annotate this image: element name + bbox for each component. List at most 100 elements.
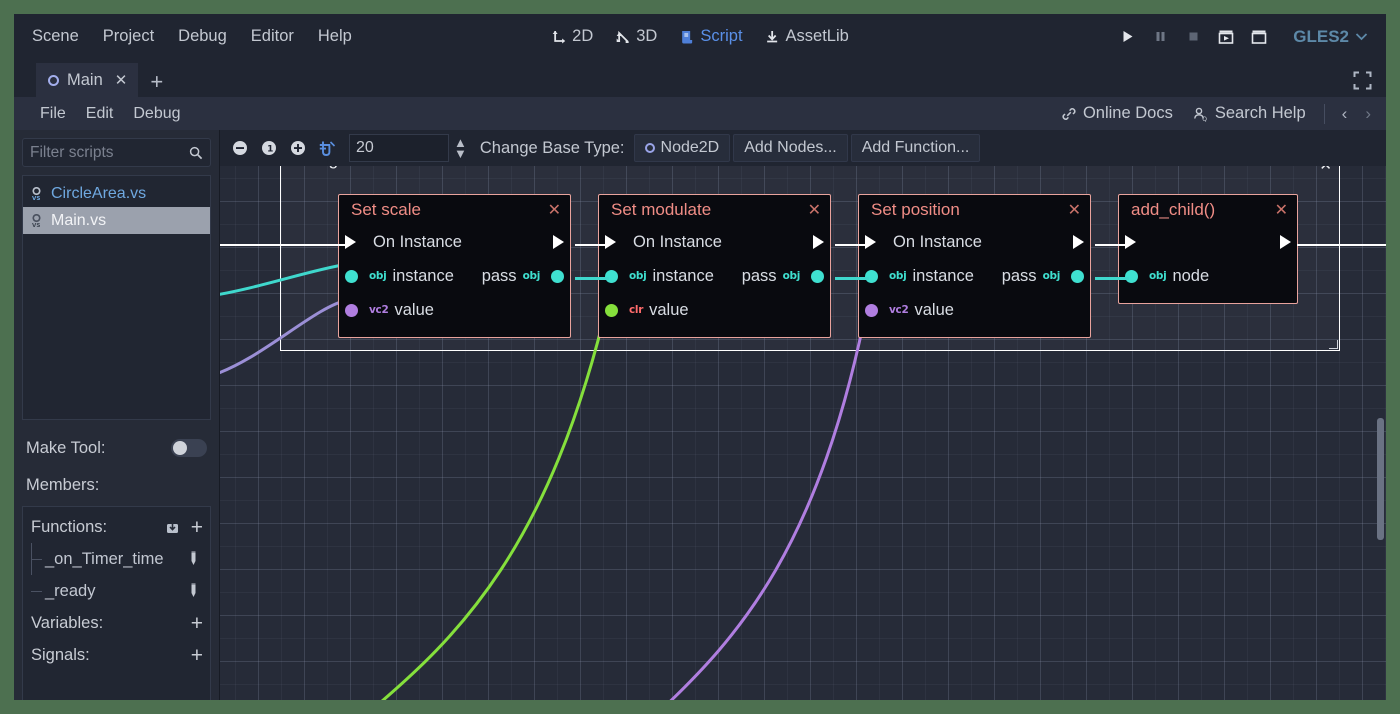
- node-close-icon[interactable]: ✕: [548, 200, 561, 219]
- node-title-bar[interactable]: add_child() ✕: [1119, 195, 1297, 225]
- play-custom-scene-button[interactable]: [1244, 22, 1274, 52]
- node-title: Set modulate: [611, 200, 711, 220]
- history-back-button[interactable]: ‹: [1335, 102, 1355, 126]
- script-menu-edit[interactable]: Edit: [76, 101, 124, 127]
- edit-pencil-icon[interactable]: [186, 551, 201, 567]
- add-variable-icon[interactable]: +: [191, 613, 203, 634]
- mode-button-script[interactable]: Script: [670, 22, 751, 51]
- script-list-item-main[interactable]: VS Main.vs: [23, 207, 210, 234]
- scene-tab-main[interactable]: Main ✕: [36, 63, 138, 97]
- output-port-pass[interactable]: [551, 270, 564, 283]
- snap-toggle-button[interactable]: [314, 135, 340, 161]
- close-icon[interactable]: ✕: [115, 71, 128, 89]
- override-function-icon[interactable]: [164, 519, 181, 536]
- sequence-out-port[interactable]: [813, 235, 824, 249]
- add-nodes-button[interactable]: Add Nodes...: [733, 134, 848, 162]
- members-section-functions[interactable]: Functions: +: [23, 511, 210, 543]
- graph-node-set-modulate[interactable]: Set modulate ✕ On Instance obj instance: [598, 194, 831, 338]
- sequence-in-port[interactable]: [1125, 235, 1136, 249]
- add-function-button[interactable]: Add Function...: [851, 134, 981, 162]
- port-label-pass: pass: [742, 267, 777, 286]
- menu-project[interactable]: Project: [92, 22, 165, 51]
- script-menu-debug[interactable]: Debug: [123, 101, 190, 127]
- mode-button-assetlib[interactable]: AssetLib: [756, 22, 858, 51]
- snap-value-input[interactable]: 20: [349, 134, 449, 162]
- mode-button-3d[interactable]: 3D: [606, 22, 666, 51]
- mode-button-2d[interactable]: 2D: [542, 22, 602, 51]
- graph-node-add-child[interactable]: add_child() ✕ obj node: [1118, 194, 1298, 304]
- sequence-out-port[interactable]: [553, 235, 564, 249]
- sequence-out-port[interactable]: [1073, 235, 1084, 249]
- make-tool-label: Make Tool:: [26, 439, 106, 458]
- zoom-in-button[interactable]: [285, 135, 311, 161]
- script-editor-menu-bar: File Edit Debug Online Docs Q Search Hel…: [14, 97, 1386, 130]
- node-close-icon[interactable]: ✕: [1275, 200, 1288, 219]
- input-port-instance[interactable]: [605, 270, 618, 283]
- members-function-item[interactable]: _ready: [23, 575, 210, 607]
- distraction-free-mode-icon[interactable]: [1353, 71, 1372, 90]
- play-scene-button[interactable]: [1211, 22, 1241, 52]
- node-close-icon[interactable]: ✕: [808, 200, 821, 219]
- input-port-node[interactable]: [1125, 270, 1138, 283]
- visualscript-file-icon: VS: [29, 213, 44, 228]
- input-port-instance[interactable]: [345, 270, 358, 283]
- members-section-signals[interactable]: Signals: +: [23, 639, 210, 671]
- output-port-pass[interactable]: [1071, 270, 1084, 283]
- scrollbar-thumb[interactable]: [1377, 418, 1384, 540]
- members-function-item[interactable]: _on_Timer_time: [23, 543, 210, 575]
- graph-canvas[interactable]: Configure the circle and add it ✕ Set sc…: [220, 166, 1386, 700]
- script-list[interactable]: VS CircleArea.vs VS Main.vs: [22, 175, 211, 420]
- renderer-dropdown[interactable]: GLES2: [1285, 23, 1376, 51]
- wire-sequence: [220, 244, 350, 246]
- input-port-value[interactable]: [345, 304, 358, 317]
- playback-controls: GLES2: [1112, 22, 1376, 52]
- functions-actions: +: [164, 517, 203, 538]
- add-function-icon[interactable]: +: [191, 517, 203, 538]
- add-signal-icon[interactable]: +: [191, 645, 203, 666]
- script-list-item-circlearea[interactable]: VS CircleArea.vs: [23, 180, 210, 207]
- script-menu-file[interactable]: File: [30, 101, 76, 127]
- menu-scene[interactable]: Scene: [21, 22, 90, 51]
- menu-debug[interactable]: Debug: [167, 22, 238, 51]
- members-section-variables[interactable]: Variables: +: [23, 607, 210, 639]
- input-port-instance[interactable]: [865, 270, 878, 283]
- node-close-icon[interactable]: ✕: [1068, 200, 1081, 219]
- stop-button[interactable]: [1178, 22, 1208, 52]
- sequence-in-port[interactable]: [865, 235, 876, 249]
- input-port-value[interactable]: [865, 304, 878, 317]
- node-title-bar[interactable]: Set position ✕: [859, 195, 1090, 225]
- base-type-button[interactable]: Node2D: [634, 134, 731, 162]
- script-icon: [679, 29, 695, 45]
- graph-node-set-position[interactable]: Set position ✕ On Instance obj instance: [858, 194, 1091, 338]
- menu-editor[interactable]: Editor: [240, 22, 305, 51]
- zoom-reset-button[interactable]: 1: [256, 135, 282, 161]
- pause-button[interactable]: [1145, 22, 1175, 52]
- resize-handle[interactable]: [1329, 340, 1338, 349]
- port-label-pass: pass: [1002, 267, 1037, 286]
- node-title-bar[interactable]: Set scale ✕: [339, 195, 570, 225]
- filter-scripts-input[interactable]: Filter scripts: [22, 138, 211, 167]
- add-scene-tab-button[interactable]: +: [138, 71, 175, 97]
- snap-value-stepper[interactable]: ▲ ▼: [454, 137, 467, 159]
- node-port-row-node: obj node: [1119, 259, 1297, 293]
- node-title-bar[interactable]: Set modulate ✕: [599, 195, 830, 225]
- history-forward-button[interactable]: ›: [1358, 102, 1378, 126]
- input-port-value[interactable]: [605, 304, 618, 317]
- chevron-down-icon[interactable]: ▼: [454, 148, 467, 159]
- sequence-in-port[interactable]: [605, 235, 616, 249]
- sequence-out-port[interactable]: [1280, 235, 1291, 249]
- graph-vertical-scrollbar[interactable]: [1377, 226, 1384, 700]
- graph-node-set-scale[interactable]: Set scale ✕ On Instance obj instance: [338, 194, 571, 338]
- online-docs-button[interactable]: Online Docs: [1053, 101, 1181, 126]
- comment-close-icon[interactable]: ✕: [1319, 166, 1332, 174]
- sequence-in-port[interactable]: [345, 235, 356, 249]
- zoom-out-button[interactable]: [227, 135, 253, 161]
- search-help-button[interactable]: Q Search Help: [1185, 101, 1314, 126]
- output-port-pass[interactable]: [811, 270, 824, 283]
- menu-help[interactable]: Help: [307, 22, 363, 51]
- node-port-row-value: clr value: [599, 293, 830, 327]
- play-button[interactable]: [1112, 22, 1142, 52]
- node-port-row-value: vc2 value: [859, 293, 1090, 327]
- edit-pencil-icon[interactable]: [186, 583, 201, 599]
- make-tool-toggle[interactable]: [171, 439, 207, 457]
